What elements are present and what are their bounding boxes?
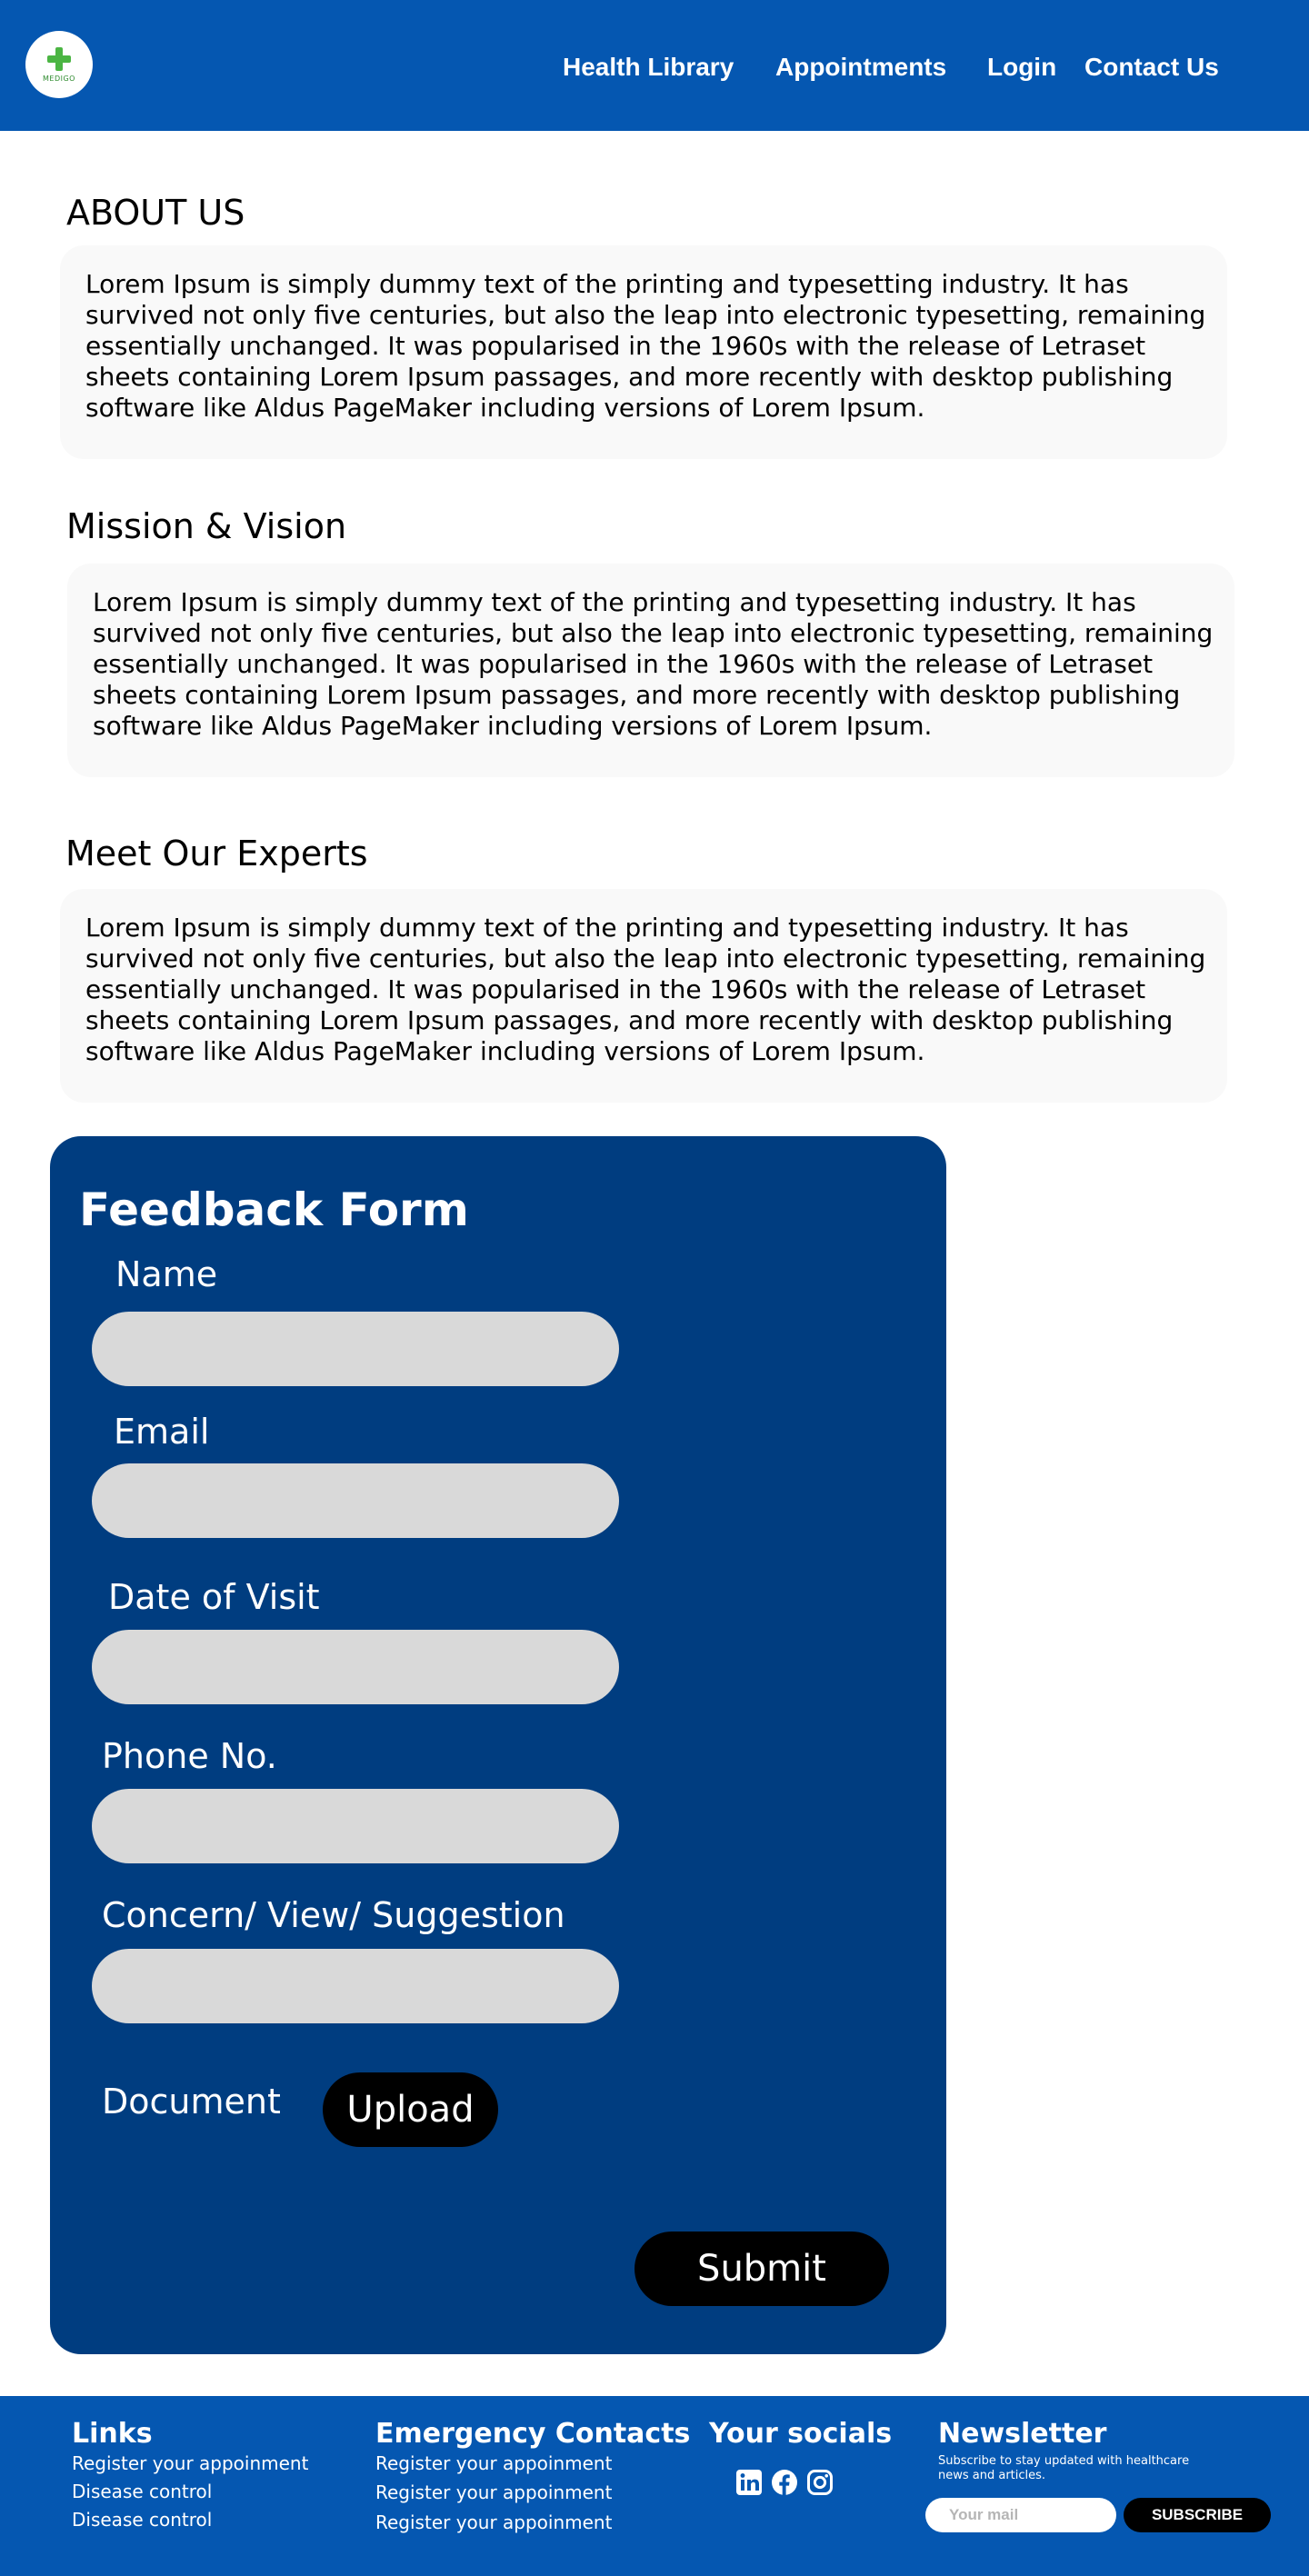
upload-button[interactable]: Upload bbox=[323, 2072, 498, 2147]
experts-box: Lorem Ipsum is simply dummy text of the … bbox=[60, 889, 1227, 1103]
logo[interactable]: MEDIGO bbox=[25, 31, 93, 98]
submit-button[interactable]: Submit bbox=[635, 2232, 889, 2306]
nav-appointments[interactable]: Appointments bbox=[775, 53, 946, 82]
concern-field[interactable] bbox=[92, 1949, 619, 2023]
email-field[interactable] bbox=[92, 1463, 619, 1538]
about-box: Lorem Ipsum is simply dummy text of the … bbox=[60, 245, 1227, 459]
nav-health-library[interactable]: Health Library bbox=[563, 53, 734, 82]
phone-field[interactable] bbox=[92, 1789, 619, 1863]
about-title: ABOUT US bbox=[66, 193, 245, 233]
site-header: MEDIGO Health Library Appointments Login… bbox=[0, 0, 1309, 131]
form-title: Feedback Form bbox=[79, 1183, 469, 1236]
footer-link[interactable]: Disease control bbox=[72, 2481, 212, 2502]
nav-login[interactable]: Login bbox=[987, 53, 1056, 82]
footer-link[interactable]: Disease control bbox=[72, 2509, 212, 2531]
emergency-link[interactable]: Register your appoinment bbox=[375, 2481, 612, 2503]
phone-label: Phone No. bbox=[102, 1736, 277, 1776]
newsletter-description: Subscribe to stay updated with healthcar… bbox=[938, 2454, 1190, 2482]
name-label: Name bbox=[115, 1254, 218, 1294]
nav-contact-us[interactable]: Contact Us bbox=[1084, 53, 1219, 82]
document-label: Document bbox=[102, 2082, 281, 2122]
footer-newsletter-title: Newsletter bbox=[938, 2418, 1107, 2450]
about-text: Lorem Ipsum is simply dummy text of the … bbox=[85, 269, 1206, 423]
mission-text: Lorem Ipsum is simply dummy text of the … bbox=[93, 587, 1214, 741]
mission-title: Mission & Vision bbox=[66, 506, 347, 546]
subscribe-button[interactable]: SUBSCRIBE bbox=[1124, 2498, 1271, 2532]
email-label: Email bbox=[114, 1412, 210, 1452]
date-of-visit-field[interactable] bbox=[92, 1630, 619, 1704]
feedback-form: Feedback Form Name Email Date of Visit P… bbox=[50, 1136, 946, 2354]
footer-emergency-title: Emergency Contacts bbox=[375, 2418, 691, 2450]
date-of-visit-label: Date of Visit bbox=[108, 1577, 320, 1617]
newsletter-email-input[interactable] bbox=[925, 2498, 1116, 2532]
experts-title: Meet Our Experts bbox=[65, 834, 368, 874]
experts-text: Lorem Ipsum is simply dummy text of the … bbox=[85, 913, 1206, 1066]
page: MEDIGO Health Library Appointments Login… bbox=[0, 0, 1309, 2576]
logo-text: MEDIGO bbox=[43, 74, 75, 83]
medical-cross-icon bbox=[47, 46, 71, 71]
instagram-icon[interactable] bbox=[806, 2469, 834, 2496]
footer-socials-title: Your socials bbox=[709, 2418, 893, 2450]
footer-link[interactable]: Register your appoinment bbox=[72, 2452, 308, 2474]
emergency-link[interactable]: Register your appoinment bbox=[375, 2452, 612, 2474]
mission-box: Lorem Ipsum is simply dummy text of the … bbox=[67, 564, 1234, 777]
facebook-icon[interactable] bbox=[771, 2469, 798, 2496]
linkedin-icon[interactable] bbox=[735, 2469, 763, 2496]
concern-label: Concern/ View/ Suggestion bbox=[102, 1895, 565, 1935]
emergency-link[interactable]: Register your appoinment bbox=[375, 2511, 612, 2533]
name-field[interactable] bbox=[92, 1312, 619, 1386]
footer-links-title: Links bbox=[72, 2418, 153, 2450]
